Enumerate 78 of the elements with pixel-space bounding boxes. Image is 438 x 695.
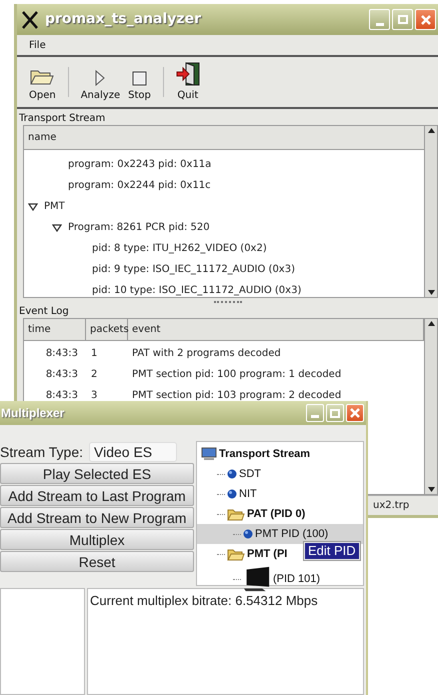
maximize-button[interactable] bbox=[392, 9, 413, 30]
group-title: Event Log bbox=[19, 306, 70, 318]
toolbar-button[interactable]: Stop bbox=[126, 59, 153, 103]
monitor-icon bbox=[243, 566, 271, 592]
scroll-down-icon[interactable] bbox=[428, 487, 434, 492]
expander-icon[interactable] bbox=[28, 202, 38, 212]
dot-icon bbox=[243, 529, 253, 539]
group-title: Transport Stream bbox=[19, 113, 106, 125]
action-button[interactable]: Add Stream to New Program bbox=[0, 507, 194, 528]
tree-row[interactable]: PMT PID (100) bbox=[197, 524, 363, 544]
tree-row[interactable]: PAT (PID 0) bbox=[197, 504, 363, 524]
table-cell-text: 8:43:3 bbox=[44, 389, 78, 403]
toolbar-button[interactable]: Quit bbox=[174, 59, 202, 103]
bitrate-text: Current multiplex bitrate: 6.54312 Mbps bbox=[90, 593, 318, 608]
close-icon bbox=[420, 14, 432, 26]
tree-item[interactable]: program: 0x2244 pid: 0x11c bbox=[68, 178, 211, 193]
dot-icon bbox=[227, 469, 237, 479]
toolbar-button[interactable]: Analyze bbox=[78, 59, 122, 103]
action-button[interactable]: Multiplex bbox=[0, 529, 194, 550]
play-icon bbox=[94, 70, 106, 86]
window-title: promax_ts_analyzer bbox=[45, 10, 202, 29]
folder-icon bbox=[30, 68, 54, 86]
column-header[interactable]: packets bbox=[86, 319, 128, 340]
scroll-down-icon[interactable] bbox=[428, 290, 434, 295]
scroll-up-icon[interactable] bbox=[428, 321, 434, 326]
expander-icon[interactable] bbox=[52, 222, 62, 232]
tree-label: NIT bbox=[239, 486, 257, 502]
minimize-button[interactable] bbox=[369, 9, 390, 30]
tree-item[interactable]: Program: 8261 PCR pid: 520 bbox=[68, 220, 210, 235]
table-cell-text: PMT section pid: 103 program: 2 decoded bbox=[131, 389, 342, 403]
x-logo-icon bbox=[21, 10, 39, 28]
field-label: Stream Type: bbox=[0, 442, 84, 462]
tree-label: PAT (PID 0) bbox=[247, 506, 306, 522]
table-cell-text: 1 bbox=[90, 347, 98, 361]
action-button[interactable]: Add Stream to Last Program bbox=[0, 485, 194, 506]
table-cell-text: PAT with 2 programs decoded bbox=[131, 347, 281, 361]
table-cell-text: 8:43:3 bbox=[44, 368, 78, 382]
folder-icon bbox=[227, 548, 245, 560]
tree-item[interactable]: PMT bbox=[44, 199, 65, 214]
tree-item[interactable]: pid: 9 type: ISO_IEC_11172_AUDIO (0x3) bbox=[92, 262, 295, 277]
window-title: Multiplexer bbox=[1, 405, 66, 422]
folder-icon bbox=[227, 508, 245, 520]
computer-icon bbox=[201, 447, 217, 461]
tree-row[interactable]: NIT bbox=[197, 484, 363, 504]
table-cell-text: 2 bbox=[90, 368, 98, 382]
tree-label: Transport Stream bbox=[219, 446, 310, 462]
tree-row[interactable]: (PID 101) bbox=[197, 564, 363, 594]
table-cell-text: PMT section pid: 100 program: 1 decoded bbox=[131, 368, 342, 382]
column-header[interactable]: name bbox=[24, 126, 424, 150]
close-button[interactable] bbox=[346, 404, 364, 422]
tree-row[interactable]: SDT bbox=[197, 464, 363, 484]
maximize-button[interactable] bbox=[326, 404, 344, 422]
status-text: ux2.trp bbox=[373, 499, 410, 513]
column-header[interactable]: time bbox=[24, 319, 86, 340]
tree-label: SDT bbox=[239, 466, 261, 482]
tree-row[interactable]: Transport Stream bbox=[197, 444, 363, 464]
table-cell-text: 3 bbox=[90, 389, 98, 403]
action-button[interactable]: Reset bbox=[0, 551, 194, 572]
exit-door-icon bbox=[176, 62, 200, 86]
tree-item[interactable]: pid: 8 type: ITU_H262_VIDEO (0x2) bbox=[92, 241, 267, 256]
tree-label: (PID 101) bbox=[273, 572, 320, 587]
menu-item[interactable]: File bbox=[29, 38, 46, 52]
stop-icon bbox=[132, 71, 147, 86]
close-icon bbox=[349, 407, 361, 419]
scrollbar[interactable] bbox=[424, 126, 437, 297]
stream-type-field[interactable]: Video ES bbox=[89, 442, 178, 462]
close-button[interactable] bbox=[415, 9, 436, 30]
minimize-button[interactable] bbox=[306, 404, 324, 422]
tree-item[interactable]: program: 0x2243 pid: 0x11a bbox=[68, 157, 212, 172]
toolbar-button[interactable]: Open bbox=[27, 59, 58, 103]
tree-label: PMT (PI bbox=[247, 546, 288, 562]
dot-icon bbox=[227, 489, 237, 499]
scrollbar[interactable] bbox=[424, 319, 437, 494]
table-cell-text: 8:43:3 bbox=[44, 347, 78, 361]
scroll-up-icon[interactable] bbox=[428, 128, 434, 133]
action-button[interactable]: Play Selected ES bbox=[0, 463, 194, 484]
tree-item[interactable]: pid: 10 type: ISO_IEC_11172_AUDIO (0x3) bbox=[92, 283, 302, 298]
tree-label: PMT PID (100) bbox=[255, 526, 328, 542]
